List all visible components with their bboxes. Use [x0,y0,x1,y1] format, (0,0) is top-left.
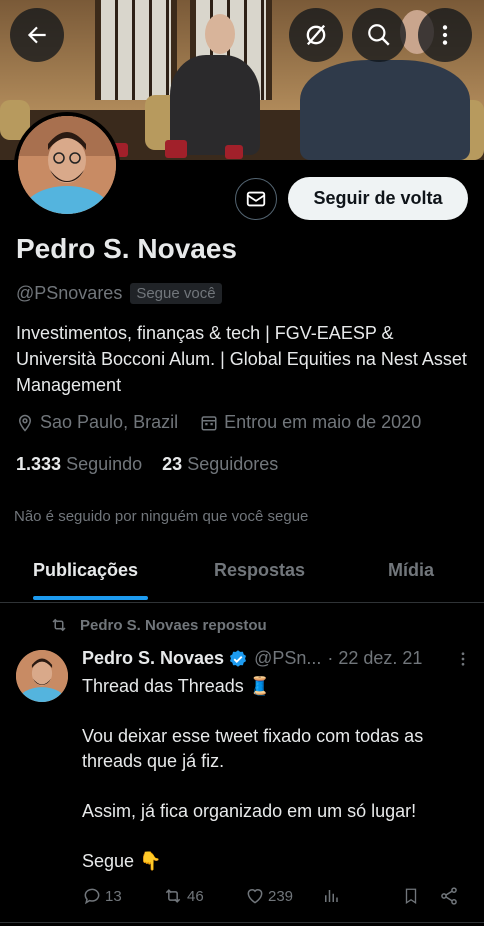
tweet-line: Segue 👇 [82,851,162,871]
tweet-text[interactable]: Thread das Threads 🧵 Vou deixar esse twe… [82,674,477,899]
following-count: 1.333 [16,454,62,474]
location-icon [16,413,34,433]
tab-replies[interactable]: Respostas [214,560,305,581]
banner-person-head [205,14,235,54]
repost-label: Pedro S. Novaes repostou [80,616,267,634]
followed-by-note: Não é seguido por ninguém que você segue [14,508,309,525]
follows-you-badge: Segue você [130,283,222,304]
profile-handle: @PSnovares [16,283,123,303]
tweet-author-handle: @PSn... [254,648,322,668]
tweet-line: Assim, já fica organizado em um só lugar… [82,801,417,821]
retweet-icon [162,886,184,906]
followers-count: 23 [162,454,183,474]
retweet-button[interactable]: 46 [162,886,204,906]
share-icon [439,886,459,906]
tweet-author-name[interactable]: Pedro S. Novaes [82,648,224,669]
reply-button[interactable]: 13 [82,886,122,906]
repost-indicator[interactable]: Pedro S. Novaes repostou [50,616,267,634]
tweet-date[interactable]: · 22 dez. 21 [327,648,422,669]
follow-back-button[interactable]: Seguir de volta [288,177,468,220]
profile-page: Seguir de volta Pedro S. Novaes @PSnovar… [0,0,484,926]
arrow-left-icon [24,22,50,48]
tweet-line: Vou deixar esse tweet fixado com todas a… [82,726,424,771]
profile-joined-date: Entrou em maio de 2020 [224,412,422,432]
views-chart-icon [322,886,340,906]
reply-count: 13 [105,887,122,905]
banner-cup [225,145,243,159]
message-button[interactable] [235,178,277,220]
bookmark-icon [402,886,420,906]
profile-bio: Investimentos, finanças & tech | FGV-EAE… [16,323,467,395]
tweet-author-avatar[interactable] [16,650,68,702]
banner-cup [165,140,187,158]
profile-name: Pedro S. Novaes [16,233,237,264]
profile-location: Sao Paulo, Brazil [40,412,179,432]
tweet-more-icon[interactable] [454,650,472,668]
more-options-button[interactable] [418,8,472,62]
following-label: Seguindo [66,454,143,474]
search-icon [366,22,392,48]
profile-avatar[interactable] [14,112,120,218]
search-button[interactable] [352,8,406,62]
profile-meta: Sao Paulo, Brazil Entrou em maio de 2020 [16,412,421,433]
divider [0,922,484,923]
tweet-line: Thread das Threads 🧵 [82,676,272,696]
share-button[interactable] [439,886,459,906]
tab-posts[interactable]: Publicações [33,560,138,581]
reply-icon [82,886,102,906]
followers-stat[interactable]: 23 Seguidores [162,454,278,475]
banner-window [95,0,177,100]
following-stat[interactable]: 1.333 Seguindo [16,454,142,475]
views-button[interactable] [322,886,340,906]
more-vertical-icon [432,22,458,48]
heart-icon [245,886,265,906]
handle-row: @PSnovares Segue você [16,283,222,304]
profile-tabs: Publicações Respostas Mídia [0,548,484,603]
filter-button[interactable] [289,8,343,62]
like-count: 239 [268,887,294,905]
follow-stats: 1.333 Seguindo 23 Seguidores [16,454,278,475]
like-button[interactable]: 239 [245,886,293,906]
slashed-circle-icon [302,21,330,49]
retweet-icon [50,616,68,634]
retweet-count: 46 [187,887,204,905]
banner-person [300,60,470,160]
active-tab-indicator [33,596,148,600]
envelope-icon [245,188,267,210]
verified-badge-icon [228,649,248,669]
tweet-actions: 13 46 239 [82,886,467,912]
followers-label: Seguidores [187,454,279,474]
calendar-icon [200,414,218,432]
back-button[interactable] [10,8,64,62]
tweet-header: Pedro S. Novaes @PSn... · 22 dez. 21 [82,648,472,669]
bookmark-button[interactable] [402,886,420,906]
tab-media[interactable]: Mídia [388,560,434,581]
